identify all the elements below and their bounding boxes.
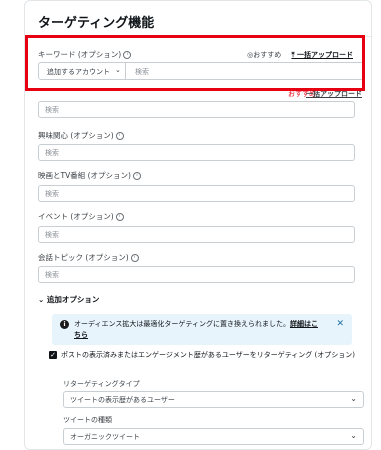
- tweet-type-value: オーガニックツイート: [70, 433, 140, 441]
- field-0-placeholder: 検索: [45, 106, 59, 114]
- field-1-input[interactable]: 検索: [38, 144, 355, 161]
- retarget-type-label: リターゲティングタイプ: [63, 380, 140, 388]
- tweet-type-label: ツイートの種類: [63, 416, 112, 424]
- info-icon: i: [130, 254, 139, 262]
- additional-options-toggle[interactable]: ⌄ 追加オプション: [38, 294, 99, 305]
- info-icon: i: [115, 213, 124, 221]
- retarget-checkbox[interactable]: ✓: [49, 351, 57, 359]
- info-notice: i オーディエンス拡大は最適化ターゲティングに置き換えられました。詳細はこちら …: [52, 314, 352, 345]
- field-3-input[interactable]: 検索: [38, 226, 355, 243]
- field-2-label: 映画とTV番組 (オプション) i: [38, 170, 141, 181]
- info-icon: i: [60, 320, 69, 329]
- field-1-placeholder: 検索: [45, 149, 59, 157]
- close-icon[interactable]: ✕: [336, 319, 344, 329]
- field-3-label-text: イベント (オプション): [38, 212, 114, 221]
- retarget-checkbox-label: ポストの表示済みまたはエンゲージメント歴があるユーザーをリターゲティング (オプ…: [61, 351, 355, 359]
- chevron-down-icon: ⌄: [38, 295, 47, 304]
- chevron-down-icon: ⌄: [350, 431, 357, 440]
- notice-message: オーディエンス拡大は最適化ターゲティングに置き換えられました。: [74, 320, 290, 328]
- field-3-label: イベント (オプション) i: [38, 211, 124, 222]
- field-4-input[interactable]: 検索: [38, 266, 355, 283]
- tweet-type-select[interactable]: オーガニックツイート ⌄: [63, 428, 364, 445]
- chevron-down-icon: ⌄: [350, 394, 357, 403]
- field-2-placeholder: 検索: [45, 190, 59, 198]
- field-4-label-text: 会話トピック (オプション): [38, 253, 129, 262]
- field-2-input[interactable]: 検索: [38, 185, 355, 202]
- retarget-type-select[interactable]: ツイートの表示歴があるユーザー ⌄: [63, 391, 364, 408]
- field-0-input[interactable]: 検索: [38, 101, 355, 118]
- field-1-label: 興味関心 (オプション) i: [38, 130, 124, 141]
- field-2-label-text: 映画とTV番組 (オプション): [38, 171, 131, 180]
- retarget-type-value: ツイートの表示歴があるユーザー: [70, 396, 175, 404]
- highlight-box: [25, 35, 365, 91]
- info-icon: i: [115, 132, 124, 140]
- info-icon: i: [132, 172, 141, 180]
- notice-text: オーディエンス拡大は最適化ターゲティングに置き換えられました。詳細はこちら: [74, 319, 324, 341]
- field-1-label-text: 興味関心 (オプション): [38, 131, 114, 140]
- field-4-label: 会話トピック (オプション) i: [38, 252, 139, 263]
- field-3-placeholder: 検索: [45, 231, 59, 239]
- section-title: ターゲティング機能: [38, 16, 155, 31]
- field-4-placeholder: 検索: [45, 271, 59, 279]
- additional-options-label: 追加オプション: [46, 295, 100, 304]
